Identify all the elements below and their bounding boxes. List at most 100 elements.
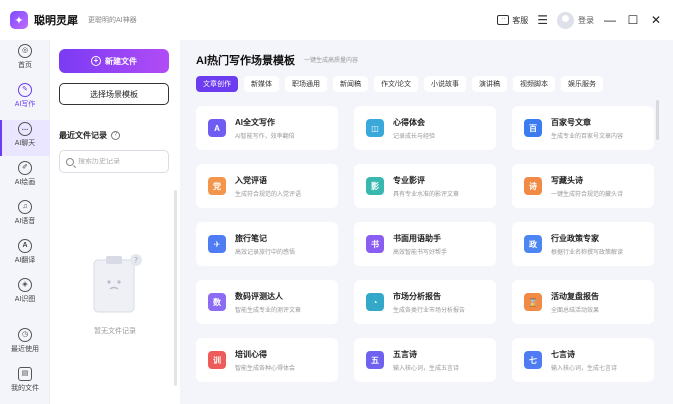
tab-speech[interactable]: 演讲稿 bbox=[471, 76, 507, 92]
close-icon[interactable]: ✕ bbox=[649, 13, 663, 27]
new-file-button[interactable]: + 新建文件 bbox=[59, 49, 169, 73]
template-card[interactable]: 党入党评语生成符合规范的入党评语 bbox=[196, 164, 338, 208]
template-icon: 数 bbox=[208, 293, 226, 311]
template-icon: ◔ bbox=[366, 293, 384, 311]
main-scrollbar[interactable] bbox=[656, 100, 659, 140]
template-icon: 五 bbox=[366, 351, 384, 369]
history-search[interactable] bbox=[59, 150, 169, 173]
template-title: 市场分析报告 bbox=[393, 291, 441, 301]
rail-item-ai-writing[interactable]: ✎ AI写作 bbox=[0, 83, 50, 109]
template-card[interactable]: ⌛ 活动复盘报告 全面总结活动效果 bbox=[512, 280, 654, 324]
template-icon: 百 bbox=[524, 119, 542, 137]
help-icon[interactable]: ? bbox=[111, 131, 120, 140]
template-title: 书面用语助手 bbox=[393, 233, 441, 243]
rail-item-my-files[interactable]: ▤ 我的文件 bbox=[0, 367, 50, 393]
template-description: 一键生成符合规范的藏头诗 bbox=[551, 191, 624, 198]
template-title: 写藏头诗 bbox=[551, 175, 583, 185]
tab-entertainment[interactable]: 娱乐服务 bbox=[560, 76, 603, 92]
tab-workplace[interactable]: 职场通用 bbox=[285, 76, 327, 92]
template-description: 输入核心词，生成七言诗 bbox=[551, 365, 618, 372]
rail-item-ai-recognize[interactable]: ◈ AI识图 bbox=[0, 278, 50, 304]
template-card[interactable]: 七七言诗 输入核心词，生成七言诗 bbox=[512, 338, 654, 382]
template-card[interactable]: 诗写藏头诗一键生成符合规范的藏头诗 bbox=[512, 164, 654, 208]
template-description: AI智能写作，效率翻倍 bbox=[235, 133, 295, 140]
home-icon: ◎ bbox=[18, 44, 32, 58]
rail-item-ai-chat[interactable]: … AI聊天 bbox=[0, 122, 50, 148]
tab-press-release[interactable]: 新闻稿 bbox=[333, 76, 368, 92]
rail-item-label: 我的文件 bbox=[11, 385, 39, 392]
avatar bbox=[557, 11, 574, 29]
template-description: 高效智能书写好帮手 bbox=[393, 249, 448, 256]
rail-item-label: AI识图 bbox=[14, 296, 36, 303]
template-text: 七言诗输入核心词，生成七言诗 bbox=[551, 349, 617, 372]
template-card[interactable]: A AI全文写作 AI智能写作，效率翻倍 bbox=[196, 106, 338, 150]
login-label: 登录 bbox=[578, 15, 594, 25]
template-icon: A bbox=[208, 119, 226, 137]
maximize-icon[interactable]: ☐ bbox=[626, 13, 640, 27]
minimize-icon[interactable]: — bbox=[603, 13, 617, 27]
customer-service-button[interactable]: ·· 客服 bbox=[497, 15, 528, 26]
template-card[interactable]: 影专业影评 具有专业水准的影评文章 bbox=[354, 164, 496, 208]
tab-new-media[interactable]: 新媒体 bbox=[244, 76, 279, 92]
app-name: 聪明灵犀 bbox=[34, 15, 78, 27]
rail-item-ai-translate[interactable]: A AI翻译 bbox=[0, 239, 50, 265]
menu-icon[interactable]: ☰ bbox=[537, 13, 548, 27]
page-title: AI热门写作场景模板 bbox=[196, 55, 295, 67]
template-description: 生成专业的百家号文章内容 bbox=[551, 133, 624, 140]
template-text: 行业政策专家 根据行业名称撰写政策解读 bbox=[551, 233, 623, 256]
choose-scene-template-button[interactable]: 选择场景模板 bbox=[59, 83, 169, 105]
empty-state-text: 暂无文件记录 bbox=[94, 328, 136, 335]
template-card[interactable]: 训培训心得 智能生成各种心得体会 bbox=[196, 338, 338, 382]
template-card[interactable]: ◫ 心得体会 记录成长与经验 bbox=[354, 106, 496, 150]
template-card[interactable]: 政行业政策专家 根据行业名称撰写政策解读 bbox=[512, 222, 654, 266]
chat-icon: … bbox=[18, 122, 32, 136]
template-description: 智能生成专业的测评文章 bbox=[235, 307, 302, 314]
template-description: 智能生成各种心得体会 bbox=[235, 365, 296, 372]
template-icon: 训 bbox=[208, 351, 226, 369]
template-description: 高效记录旅行中的感悟 bbox=[235, 249, 296, 256]
template-title: 七言诗 bbox=[551, 349, 575, 359]
rail-item-ai-voice[interactable]: ♫ AI语音 bbox=[0, 200, 50, 226]
template-card[interactable]: 书书面用语助手 高效智能书写好帮手 bbox=[354, 222, 496, 266]
app-tagline: 更聪明的AI神器 bbox=[88, 17, 137, 24]
rail-item-label: AI语音 bbox=[14, 218, 36, 225]
template-description: 生成各类行业市场分析报告 bbox=[393, 307, 466, 314]
tab-video-script[interactable]: 视频脚本 bbox=[512, 76, 555, 92]
headphone-icon: ♫ bbox=[18, 200, 32, 214]
rail-item-recent[interactable]: ◷ 最近使用 bbox=[0, 328, 50, 354]
template-card[interactable]: ✈ 旅行笔记 高效记录旅行中的感悟 bbox=[196, 222, 338, 266]
panel-scrollbar[interactable] bbox=[174, 190, 177, 386]
page-subtitle: 一键生成高质量内容 bbox=[304, 58, 359, 64]
tab-essay-thesis[interactable]: 作文/论文 bbox=[374, 76, 418, 92]
rail-item-home[interactable]: ◎ 首页 bbox=[0, 44, 50, 70]
template-card[interactable]: ◔ 市场分析报告生成各类行业市场分析报告 bbox=[354, 280, 496, 324]
template-title: 心得体会 bbox=[393, 117, 425, 127]
tab-article-creation[interactable]: 文章创作 bbox=[196, 76, 238, 92]
template-card[interactable]: 数数码评测达人 智能生成专业的测评文章 bbox=[196, 280, 338, 324]
template-icon: 党 bbox=[208, 177, 226, 195]
template-description: 根据行业名称撰写政策解读 bbox=[551, 249, 624, 256]
template-icon: 诗 bbox=[524, 177, 542, 195]
left-nav-rail: ◎ 首页 ✎ AI写作 … AI聊天 ✐ AI绘画 ♫ AI语音 A AI翻译 … bbox=[0, 40, 50, 404]
template-description: 生成符合规范的入党评语 bbox=[235, 191, 302, 198]
template-icon: 书 bbox=[366, 235, 384, 253]
template-text: 入党评语生成符合规范的入党评语 bbox=[235, 175, 301, 198]
rail-item-label: 首页 bbox=[18, 62, 32, 69]
template-text: 数码评测达人 智能生成专业的测评文章 bbox=[235, 291, 301, 314]
file-icon: ▤ bbox=[18, 367, 32, 381]
login-button[interactable]: 登录 bbox=[557, 11, 594, 29]
tab-novel-story[interactable]: 小说故事 bbox=[423, 76, 466, 92]
template-card[interactable]: 五五言诗 输入核心词，生成五言诗 bbox=[354, 338, 496, 382]
template-text: 心得体会 记录成长与经验 bbox=[393, 117, 435, 140]
rail-item-ai-drawing[interactable]: ✐ AI绘画 bbox=[0, 161, 50, 187]
template-title: 入党评语 bbox=[235, 175, 267, 185]
template-card[interactable]: 百百家号文章 生成专业的百家号文章内容 bbox=[512, 106, 654, 150]
template-description: 具有专业水准的影评文章 bbox=[393, 191, 460, 198]
template-text: AI全文写作 AI智能写作，效率翻倍 bbox=[235, 117, 295, 140]
search-input[interactable] bbox=[78, 158, 164, 165]
template-text: 书面用语助手 高效智能书写好帮手 bbox=[393, 233, 447, 256]
template-text: 专业影评具有专业水准的影评文章 bbox=[393, 175, 459, 198]
chat-bubble-icon: ·· bbox=[497, 15, 510, 25]
template-title: 专业影评 bbox=[393, 175, 425, 185]
template-title: 活动复盘报告 bbox=[551, 291, 599, 301]
